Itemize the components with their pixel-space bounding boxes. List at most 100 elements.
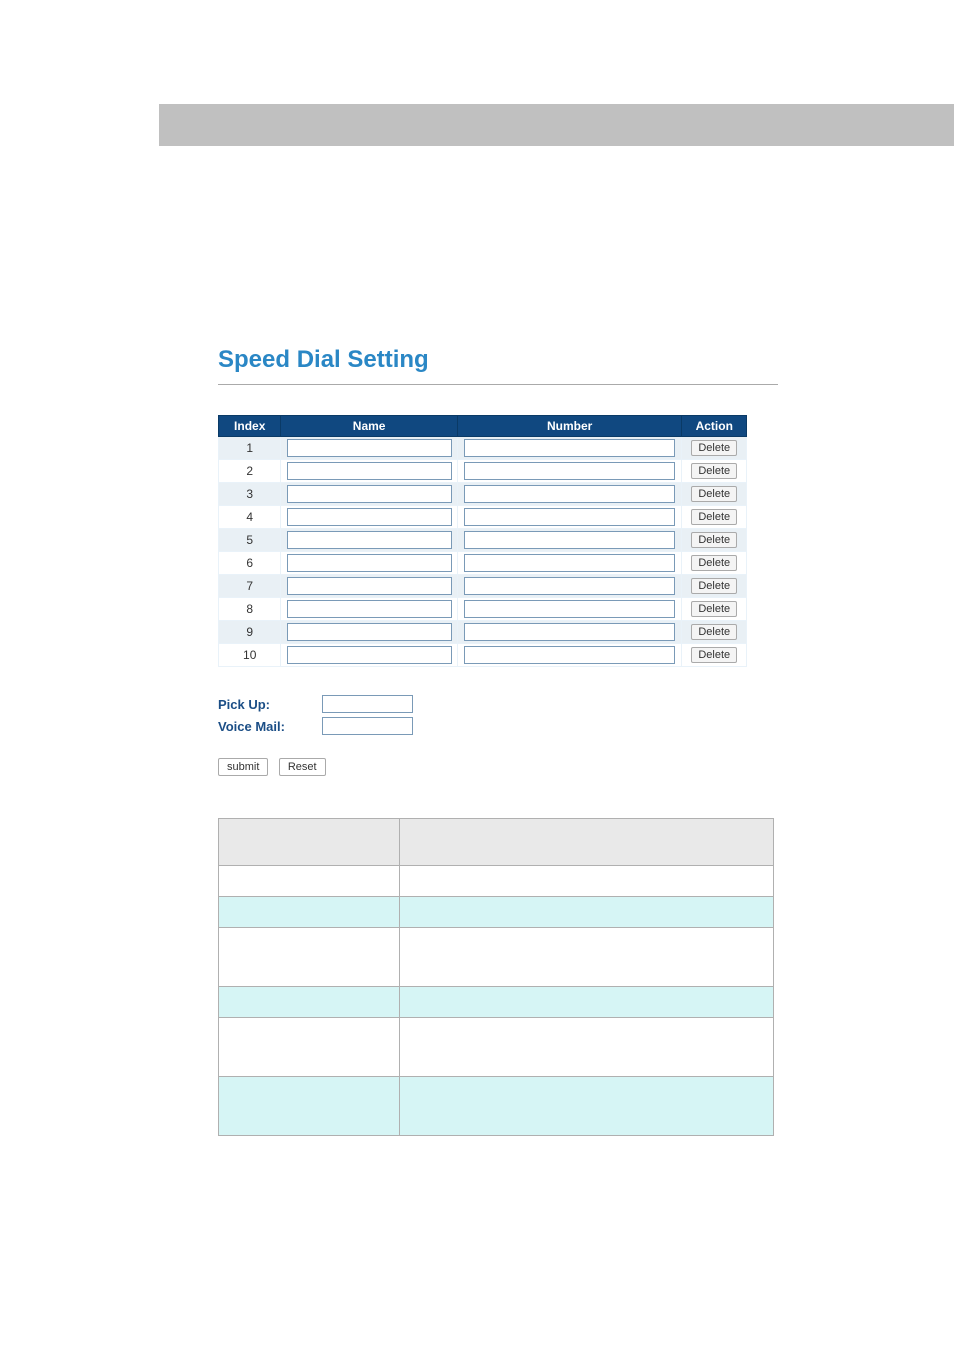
voicemail-input[interactable] [322, 717, 413, 735]
index-cell: 6 [219, 552, 281, 575]
desc-cell [400, 819, 774, 866]
table-row: 7 Delete [219, 575, 747, 598]
pickup-label: Pick Up: [218, 697, 318, 712]
index-cell: 4 [219, 506, 281, 529]
name-input[interactable] [287, 577, 452, 595]
table-row: 4 Delete [219, 506, 747, 529]
delete-button[interactable]: Delete [691, 647, 737, 663]
index-cell: 3 [219, 483, 281, 506]
table-row: 3 Delete [219, 483, 747, 506]
name-input[interactable] [287, 623, 452, 641]
reset-button[interactable]: Reset [279, 758, 326, 776]
header-bar [159, 104, 954, 146]
page-title: Speed Dial Setting [218, 346, 778, 374]
action-cell: Delete [682, 460, 747, 483]
name-input[interactable] [287, 646, 452, 664]
header-index: Index [219, 416, 281, 437]
speed-dial-table: Index Name Number Action 1Delete2Delete3… [218, 415, 747, 667]
name-cell [281, 598, 457, 621]
number-cell [457, 552, 682, 575]
delete-button[interactable]: Delete [691, 440, 737, 456]
delete-button[interactable]: Delete [691, 509, 737, 525]
action-cell: Delete [682, 437, 747, 460]
index-cell: 1 [219, 437, 281, 460]
table-row: 1 Delete [219, 437, 747, 460]
index-cell: 10 [219, 644, 281, 667]
delete-button[interactable]: Delete [691, 486, 737, 502]
title-underline [218, 384, 778, 385]
action-cell: Delete [682, 483, 747, 506]
index-cell: 8 [219, 598, 281, 621]
name-cell [281, 506, 457, 529]
desc-cell [219, 866, 400, 897]
number-input[interactable] [464, 600, 675, 618]
name-cell [281, 575, 457, 598]
name-cell [281, 529, 457, 552]
voicemail-row: Voice Mail: [218, 717, 778, 735]
voicemail-label: Voice Mail: [218, 719, 318, 734]
table-row: 2 Delete [219, 460, 747, 483]
number-cell [457, 575, 682, 598]
desc-cell [219, 819, 400, 866]
index-cell: 2 [219, 460, 281, 483]
desc-cell [219, 987, 400, 1018]
table-row: 9Delete [219, 621, 747, 644]
desc-cell [219, 897, 400, 928]
table-row: 5 Delete [219, 529, 747, 552]
name-cell [281, 644, 457, 667]
number-cell [457, 437, 682, 460]
table-row: 10 Delete [219, 644, 747, 667]
desc-cell [219, 1077, 400, 1136]
action-cell: Delete [682, 506, 747, 529]
submit-button[interactable]: submit [218, 758, 268, 776]
action-cell: Delete [682, 644, 747, 667]
number-input[interactable] [464, 462, 675, 480]
desc-cell [219, 1018, 400, 1077]
delete-button[interactable]: Delete [691, 578, 737, 594]
desc-cell [400, 987, 774, 1018]
action-cell: Delete [682, 552, 747, 575]
delete-button[interactable]: Delete [691, 463, 737, 479]
desc-cell [400, 1077, 774, 1136]
number-input[interactable] [464, 646, 675, 664]
name-input[interactable] [287, 485, 452, 503]
number-cell [457, 483, 682, 506]
pickup-row: Pick Up: [218, 695, 778, 713]
header-number: Number [457, 416, 682, 437]
number-input[interactable] [464, 577, 675, 595]
index-cell: 7 [219, 575, 281, 598]
delete-button[interactable]: Delete [691, 601, 737, 617]
action-cell: Delete [682, 529, 747, 552]
desc-cell [400, 866, 774, 897]
name-input[interactable] [287, 531, 452, 549]
name-input[interactable] [287, 554, 452, 572]
number-input[interactable] [464, 485, 675, 503]
number-input[interactable] [464, 531, 675, 549]
desc-cell [219, 928, 400, 987]
name-input[interactable] [287, 600, 452, 618]
number-cell [457, 644, 682, 667]
desc-cell [400, 1018, 774, 1077]
name-cell [281, 483, 457, 506]
action-cell: Delete [682, 575, 747, 598]
number-input[interactable] [464, 439, 675, 457]
action-cell: Delete [682, 621, 747, 644]
name-input[interactable] [287, 439, 452, 457]
index-cell: 5 [219, 529, 281, 552]
number-input[interactable] [464, 554, 675, 572]
pickup-input[interactable] [322, 695, 413, 713]
table-row: 8 Delete [219, 598, 747, 621]
delete-button[interactable]: Delete [691, 555, 737, 571]
delete-button[interactable]: Delete [691, 532, 737, 548]
name-input[interactable] [287, 462, 452, 480]
number-input[interactable] [464, 623, 675, 641]
number-input[interactable] [464, 508, 675, 526]
delete-button[interactable]: Delete [691, 624, 737, 640]
desc-cell [400, 897, 774, 928]
table-row: 6 Delete [219, 552, 747, 575]
action-cell: Delete [682, 598, 747, 621]
number-cell [457, 460, 682, 483]
number-cell [457, 621, 682, 644]
name-cell [281, 437, 457, 460]
name-input[interactable] [287, 508, 452, 526]
